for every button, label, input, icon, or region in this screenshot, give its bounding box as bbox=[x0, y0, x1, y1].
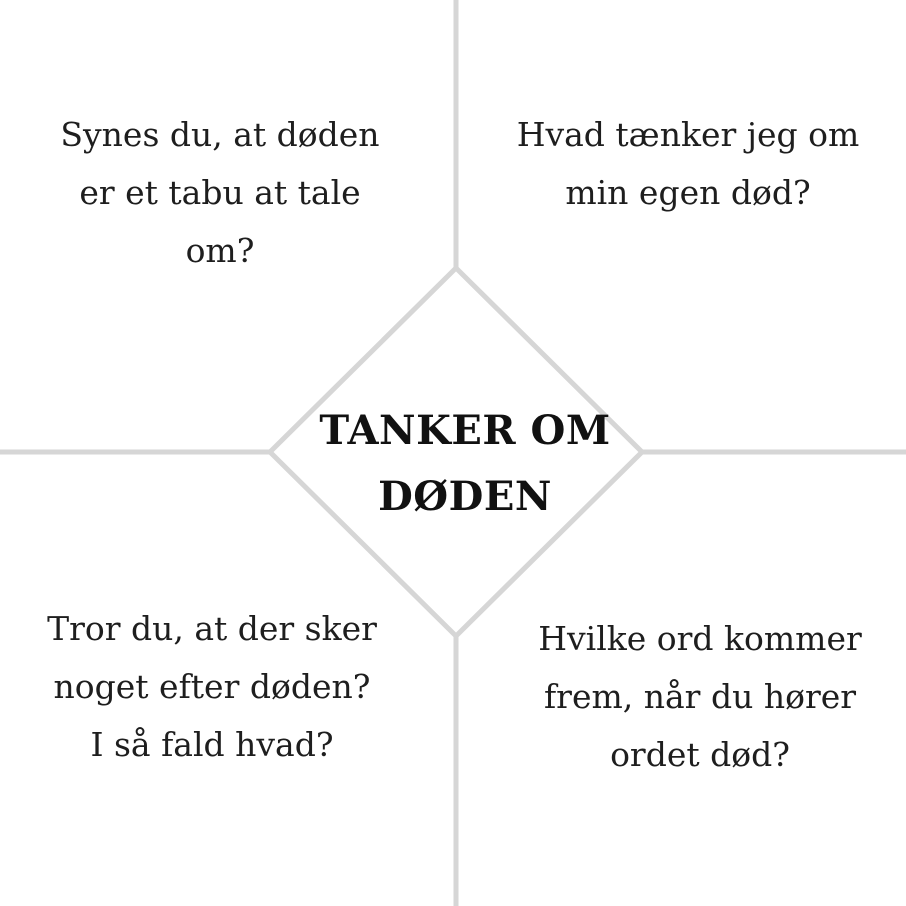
question-top-right: Hvad tænker jeg om min egen død? bbox=[516, 115, 860, 212]
center-title: TANKER OM DØDEN bbox=[319, 407, 611, 520]
question-bottom-left: Tror du, at der sker noget efter døden? … bbox=[47, 609, 377, 764]
question-top-left: Synes du, at døden er et tabu at tale om… bbox=[60, 115, 380, 270]
question-bottom-right: Hvilke ord kommer frem, når du hører ord… bbox=[538, 619, 862, 774]
diagram-canvas: Synes du, at døden er et tabu at tale om… bbox=[0, 0, 906, 906]
